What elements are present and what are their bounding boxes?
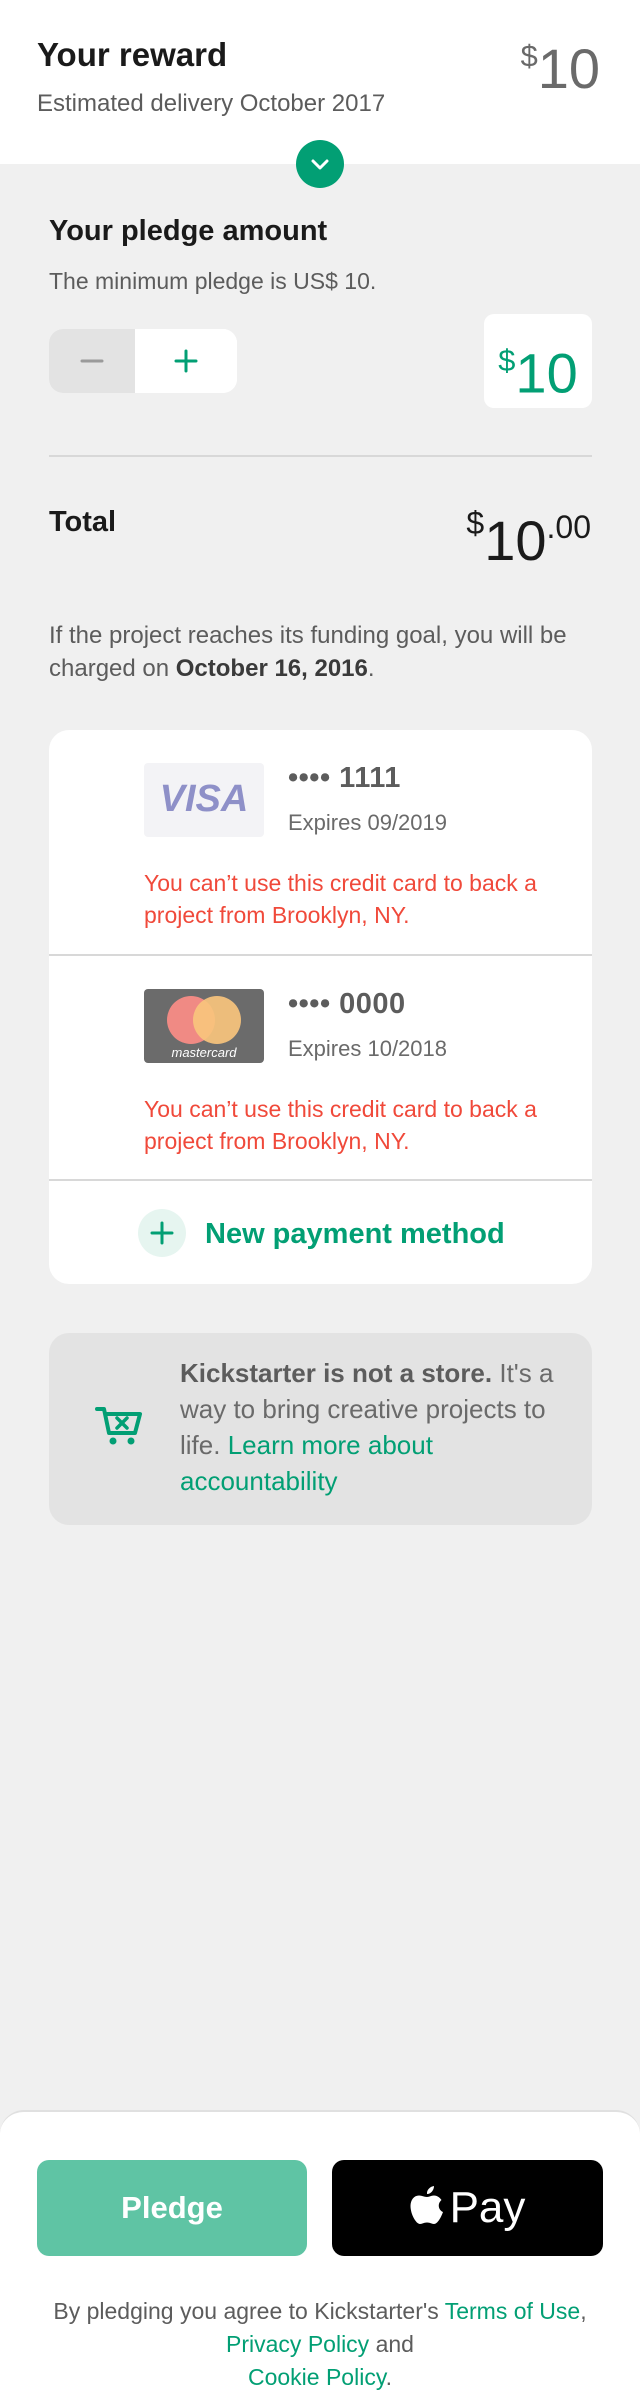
pledge-title: Your pledge amount [49, 215, 328, 247]
card-number: •••• 1111 [288, 762, 401, 794]
reward-delivery: Estimated delivery October 2017 [37, 90, 386, 117]
expand-reward-button[interactable] [296, 140, 344, 188]
total-label: Total [49, 506, 117, 538]
visa-logo-text: VISA [160, 778, 249, 820]
card-expiry: Expires 09/2019 [288, 810, 447, 835]
pledge-amount-value: 10 [515, 341, 578, 405]
reward-title: Your reward [37, 36, 228, 73]
charge-note: If the project reaches its funding goal,… [49, 619, 589, 685]
pledge-minimum-note: The minimum pledge is US$ 10. [49, 268, 377, 294]
apple-pay-button[interactable]: Pay [332, 2160, 603, 2256]
payment-methods-card: VISA •••• 1111 Expires 09/2019 You can’t… [49, 730, 592, 1284]
plus-icon [150, 1221, 174, 1245]
terms-text: By pledging you agree to Kickstarter's T… [40, 2295, 600, 2394]
plus-icon [174, 349, 198, 373]
terms-prefix: By pledging you agree to Kickstarter's [53, 2298, 445, 2324]
divider [49, 455, 592, 457]
terms-of-use-link[interactable]: Terms of Use [445, 2298, 580, 2324]
charge-date: October 16, 2016 [175, 655, 368, 682]
terms-and: and [369, 2331, 414, 2357]
card-error-message: You can’t use this credit card to back a… [144, 870, 537, 928]
reward-currency-symbol: $ [520, 38, 538, 74]
apple-logo-icon [410, 2186, 443, 2224]
total-cents: .00 [546, 509, 591, 545]
pledge-button[interactable]: Pledge [37, 2160, 307, 2256]
cookie-policy-link[interactable]: Cookie Policy [248, 2364, 386, 2390]
total-currency-symbol: $ [466, 505, 485, 541]
reward-price: $10 [521, 36, 600, 101]
new-payment-method-label: New payment method [205, 1218, 505, 1250]
minus-icon [80, 359, 104, 363]
total-amount: $10.00 [466, 505, 591, 573]
terms-period: . [385, 2364, 393, 2390]
add-circle [138, 1209, 186, 1257]
charge-note-suffix: . [367, 655, 375, 682]
total-amount-value: 10 [484, 509, 547, 572]
privacy-policy-link[interactable]: Privacy Policy [226, 2331, 369, 2357]
store-note: Kickstarter is not a store. It's a way t… [49, 1333, 592, 1525]
card-error-message: You can’t use this credit card to back a… [144, 1096, 537, 1154]
new-payment-method-button[interactable]: New payment method [49, 1179, 592, 1284]
pledge-currency-symbol: $ [498, 343, 516, 378]
reward-amount: 10 [537, 37, 600, 100]
pledge-stepper [49, 329, 237, 393]
visa-logo: VISA [144, 763, 264, 837]
store-note-text: Kickstarter is not a store. It's a way t… [180, 1355, 575, 1499]
store-note-bold: Kickstarter is not a store. [180, 1358, 493, 1388]
apple-pay-label: Pay [449, 2183, 526, 2232]
card-number: •••• 0000 [288, 988, 406, 1020]
chevron-down-icon [311, 159, 329, 170]
terms-comma: , [580, 2298, 587, 2324]
pledge-amount-field[interactable]: $10 [484, 314, 592, 408]
decrease-button[interactable] [49, 329, 135, 393]
cart-icon [95, 1407, 142, 1445]
mastercard-logo: mastercard [144, 989, 264, 1063]
payment-method-visa[interactable]: VISA •••• 1111 Expires 09/2019 You can’t… [49, 730, 592, 954]
mastercard-logo-text: mastercard [171, 1045, 237, 1060]
increase-button[interactable] [135, 329, 237, 393]
payment-method-mastercard[interactable]: mastercard •••• 0000 Expires 10/2018 You… [49, 954, 592, 1179]
footer-panel: Pledge Pay By pledging you agree to Kick… [0, 2110, 640, 2400]
card-expiry: Expires 10/2018 [288, 1036, 447, 1061]
